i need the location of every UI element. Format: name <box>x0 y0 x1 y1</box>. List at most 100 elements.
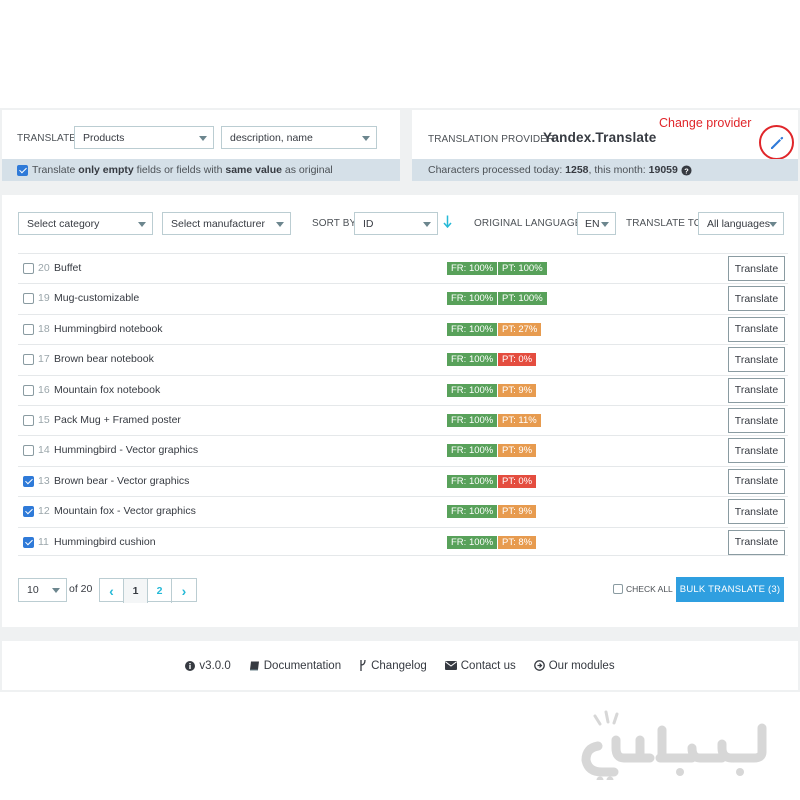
translate-to-value: All languages <box>707 217 771 230</box>
pagination: ‹ 1 2 › <box>99 578 197 603</box>
fr-progress-badge: FR: 100% <box>447 383 498 397</box>
row-checkbox[interactable] <box>23 445 34 457</box>
provider-label: TRANSLATION PROVIDER <box>428 134 555 145</box>
product-id: 14 <box>38 444 50 457</box>
translate-button[interactable]: Translate <box>728 316 785 342</box>
product-name: Hummingbird - Vector graphics <box>54 444 199 457</box>
translate-button[interactable]: Translate <box>728 286 785 312</box>
per-page-select[interactable]: 10 <box>18 578 67 602</box>
table-row: 12 Mountain fox - Vector graphics FR: 100%… <box>18 496 788 526</box>
pt-progress-badge: PT: 27% <box>498 322 542 336</box>
fr-progress-badge: FR: 100% <box>447 474 498 488</box>
book-icon <box>249 661 259 670</box>
chevron-left-icon: ‹ <box>109 583 114 599</box>
pt-progress-badge: PT: 100% <box>498 292 547 306</box>
manufacturer-select-value: Select manufacturer <box>171 217 265 230</box>
products-panel: Select category Select manufacturer SORT… <box>2 195 798 627</box>
manufacturer-select[interactable]: Select manufacturer <box>162 212 291 235</box>
row-checkbox[interactable] <box>23 384 34 396</box>
module-footer: v3.0.0 Documentation Changelog Contact u… <box>2 641 798 690</box>
row-checkbox[interactable] <box>23 536 34 548</box>
product-name: Brown bear notebook <box>54 353 154 366</box>
modules-link[interactable]: Our modules <box>533 660 615 672</box>
product-id: 18 <box>38 322 50 335</box>
chars-today: 1258 <box>565 164 589 176</box>
product-name: Brown bear - Vector graphics <box>54 474 190 487</box>
product-name: Pack Mug + Framed poster <box>54 414 181 426</box>
table-row: 15 Pack Mug + Framed poster FR: 100% PT: 11… <box>18 405 788 435</box>
fields-select-value: description, name <box>230 131 313 144</box>
row-checkbox[interactable] <box>23 323 34 335</box>
pt-progress-badge: PT: 9% <box>498 505 537 519</box>
row-checkbox[interactable] <box>23 354 34 366</box>
bulk-translate-label: BULK TRANSLATE (3) <box>679 584 781 595</box>
row-checkbox[interactable] <box>23 415 34 426</box>
contact-link[interactable]: Contact us <box>444 660 516 672</box>
pt-progress-badge: PT: 9% <box>498 383 537 397</box>
product-id: 20 <box>38 262 50 274</box>
arrow-circle-icon <box>533 660 545 671</box>
provider-panel: TRANSLATION PROVIDER Yandex.Translate Ch… <box>412 110 798 181</box>
check-all-label: CHECK ALL <box>626 584 673 594</box>
row-checkbox[interactable] <box>23 506 34 518</box>
chevron-down-icon <box>601 222 609 227</box>
product-id: 19 <box>38 292 50 305</box>
original-language-select[interactable]: EN <box>577 212 616 235</box>
page-2-button[interactable]: 2 <box>148 579 172 603</box>
pt-progress-badge: PT: 0% <box>498 353 537 367</box>
next-page-button[interactable]: › <box>172 579 196 603</box>
translate-to-select[interactable]: All languages <box>698 212 784 235</box>
changelog-link[interactable]: Changelog <box>359 660 427 672</box>
envelope-icon <box>444 661 457 670</box>
help-icon[interactable]: ? <box>681 164 692 176</box>
original-language-value: EN <box>585 217 600 230</box>
translate-label: TRANSLATE <box>17 133 77 144</box>
translate-button[interactable]: Translate <box>728 408 785 433</box>
row-checkbox[interactable] <box>23 293 34 305</box>
check-all-toggle[interactable]: CHECK ALL <box>613 584 673 594</box>
translate-button[interactable]: Translate <box>728 499 785 525</box>
fr-progress-badge: FR: 100% <box>447 292 498 306</box>
table-row: 19 Mug-customizable FR: 100% PT: 100% Transl… <box>18 283 788 313</box>
only-empty-option: Translate only empty fields or fields wi… <box>2 159 400 181</box>
pt-progress-badge: PT: 0% <box>498 474 537 488</box>
pt-progress-badge: PT: 8% <box>498 535 537 549</box>
translate-button[interactable]: Translate <box>728 256 785 281</box>
page-1-button[interactable]: 1 <box>124 579 148 603</box>
category-select-value: Select category <box>27 217 100 230</box>
translate-settings-panel: TRANSLATE Products description, name Tra… <box>2 110 400 181</box>
edit-provider-button[interactable] <box>759 125 794 160</box>
product-id: 17 <box>38 353 50 366</box>
translation-module: TRANSLATE Products description, name Tra… <box>0 108 800 692</box>
entity-select[interactable]: Products <box>74 126 214 149</box>
fields-select[interactable]: description, name <box>221 126 377 149</box>
chevron-down-icon <box>138 222 146 227</box>
category-select[interactable]: Select category <box>18 212 153 235</box>
translate-button[interactable]: Translate <box>728 347 785 373</box>
translate-button[interactable]: Translate <box>728 377 785 403</box>
product-id: 16 <box>38 383 50 396</box>
documentation-label: Documentation <box>263 659 342 672</box>
documentation-link[interactable]: Documentation <box>249 660 341 672</box>
entity-select-value: Products <box>83 131 125 144</box>
bulk-translate-button[interactable]: BULK TRANSLATE (3) <box>676 577 784 602</box>
sort-direction-icon[interactable] <box>443 215 452 228</box>
sort-select[interactable]: ID <box>354 212 438 235</box>
table-row: 13 Brown bear - Vector graphics FR: 100% PT… <box>18 465 788 496</box>
product-name: Mountain fox - Vector graphics <box>54 505 196 518</box>
row-checkbox[interactable] <box>23 263 34 274</box>
translate-button[interactable]: Translate <box>728 468 785 494</box>
sort-select-value: ID <box>363 217 374 230</box>
table-row: 18 Hummingbird notebook FR: 100% PT: 27% Tra… <box>18 313 788 344</box>
row-checkbox[interactable] <box>23 475 34 487</box>
code-fork-icon <box>360 660 366 671</box>
product-name: Buffet <box>54 262 82 274</box>
only-empty-checkbox[interactable] <box>17 164 28 176</box>
chevron-down-icon <box>423 222 431 227</box>
prev-page-button[interactable]: ‹ <box>100 579 124 603</box>
check-all-checkbox[interactable] <box>613 584 623 594</box>
table-row: 11 Hummingbird cushion FR: 100% PT: 8% Trans… <box>18 526 788 557</box>
translate-button[interactable]: Translate <box>728 438 785 464</box>
translate-button[interactable]: Translate <box>728 529 785 555</box>
version-info: v3.0.0 <box>185 660 231 672</box>
